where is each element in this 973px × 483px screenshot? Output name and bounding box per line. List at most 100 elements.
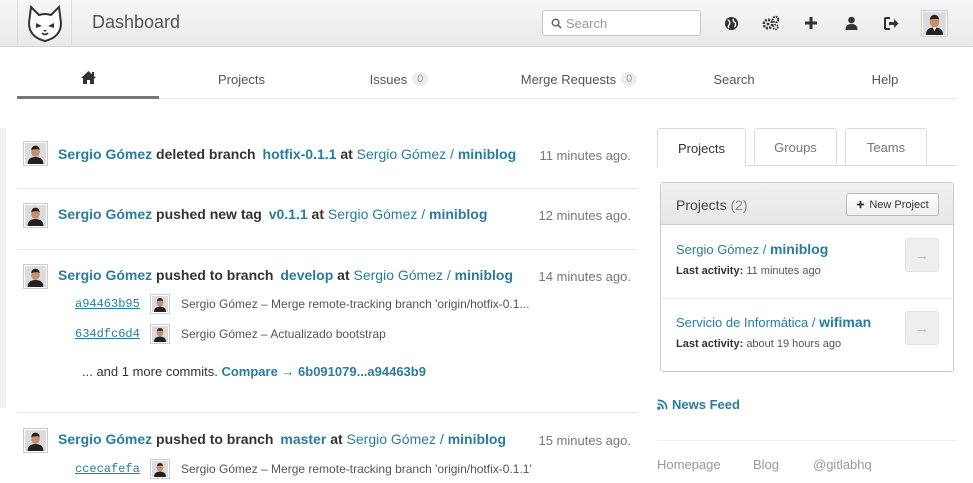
event-title: Sergio Gómez pushed to branch master at … (58, 431, 506, 447)
tab-label: Teams (866, 140, 906, 155)
event-project-link[interactable]: miniblog (448, 431, 506, 447)
new-project-button[interactable]: New Project (846, 193, 939, 216)
event-time: 14 minutes ago. (538, 269, 631, 284)
event-author-link[interactable]: Sergio Gómez (58, 146, 152, 162)
tab-search-label: Search (713, 71, 755, 87)
last-activity: Last activity: about 19 hours ago (676, 338, 842, 350)
search-icon (551, 18, 562, 29)
globe-icon[interactable] (721, 13, 741, 33)
sign-out-icon[interactable] (881, 13, 901, 33)
event-project-link[interactable]: miniblog (458, 146, 516, 162)
tab-sidebar-teams[interactable]: Teams (845, 128, 927, 166)
event-ref-link[interactable]: hotfix-0.1.1 (263, 146, 337, 162)
panel-header: Projects (2) New Project (661, 183, 953, 225)
commit-sha-link[interactable]: 634dfc6d4 (75, 327, 150, 341)
commit-row: ccecafefa Sergio Gómez – Merge remote-tr… (75, 459, 532, 479)
tab-issues[interactable]: Issues 0 (324, 59, 474, 99)
commit-avatar (150, 324, 170, 344)
commit-row: 634dfc6d4 Sergio Gómez – Actualizado boo… (75, 324, 386, 344)
footer-blog-link[interactable]: Blog (753, 457, 779, 472)
tab-home[interactable] (17, 59, 159, 99)
event-at: at (340, 146, 353, 162)
commit-avatar (150, 294, 170, 314)
tab-sidebar-projects[interactable]: Projects (657, 128, 746, 167)
event-project-owner-link[interactable]: Sergio Gómez / (357, 146, 458, 162)
tab-search[interactable]: Search (684, 59, 784, 99)
avatar[interactable] (23, 428, 48, 453)
arrow-right-icon: → (914, 319, 930, 337)
page-title: Dashboard (92, 12, 181, 32)
event-at: at (330, 431, 343, 447)
event-at: at (337, 267, 350, 283)
project-link[interactable]: Servicio de Informática / wifiman (676, 314, 871, 330)
commit-message: Sergio Gómez – Actualizado bootstrap (181, 327, 386, 341)
tab-issues-label: Issues (369, 71, 408, 87)
project-item[interactable]: Sergio Gómez / miniblog Last activity: 1… (661, 227, 953, 299)
project-link[interactable]: Sergio Gómez / miniblog (676, 241, 828, 257)
commit-sha-link[interactable]: a94463b95 (75, 297, 150, 311)
projects-panel: Projects (2) New Project Sergio Gómez / … (660, 182, 954, 372)
plus-icon (857, 200, 865, 209)
commit-message: Sergio Gómez – Merge remote-tracking bra… (181, 462, 532, 476)
avatar[interactable] (23, 203, 48, 228)
project-name: miniblog (769, 241, 829, 257)
commit-message: Sergio Gómez – Merge remote-tracking bra… (181, 297, 530, 311)
tab-projects[interactable]: Projects (159, 59, 324, 99)
more-commits-text: ... and 1 more commits. (82, 364, 218, 379)
event-project-owner-link[interactable]: Sergio Gómez / (328, 206, 429, 222)
tab-merge-requests[interactable]: Merge Requests 0 (474, 59, 684, 99)
event-action: pushed to branch (156, 431, 274, 447)
event-item: Sergio Gómez pushed new tag v0.1.1 at Se… (17, 189, 637, 250)
tab-sidebar-groups[interactable]: Groups (754, 128, 837, 166)
event-author-link[interactable]: Sergio Gómez (58, 267, 152, 283)
footer-homepage-link[interactable]: Homepage (657, 457, 721, 472)
event-author-link[interactable]: Sergio Gómez (58, 206, 152, 222)
project-name: wifiman (819, 314, 872, 330)
search-input[interactable] (566, 15, 696, 31)
news-feed-label: News Feed (672, 397, 740, 412)
footer-twitter-link[interactable]: @gitlabhq (813, 457, 872, 472)
panel-count: (2) (730, 197, 748, 213)
event-time: 12 minutes ago. (538, 208, 631, 223)
event-ref-link[interactable]: develop (280, 267, 333, 283)
tab-merge-requests-label: Merge Requests (520, 71, 617, 87)
open-project-button[interactable]: → (905, 238, 939, 272)
event-title: Sergio Gómez deleted branch hotfix-0.1.1… (58, 146, 516, 162)
event-project-link[interactable]: miniblog (429, 206, 487, 222)
commit-avatar (150, 459, 170, 479)
event-time: 11 minutes ago. (539, 148, 631, 163)
search-field[interactable] (542, 10, 701, 36)
arrow-right-icon: → (914, 246, 930, 264)
left-edge (0, 128, 6, 408)
commit-sha-link[interactable]: ccecafefa (75, 462, 150, 476)
avatar[interactable] (23, 264, 48, 289)
cat-logo-icon (27, 4, 62, 42)
last-activity: Last activity: 11 minutes ago (676, 265, 821, 277)
event-project-link[interactable]: miniblog (455, 267, 513, 283)
event-project-owner-link[interactable]: Sergio Gómez / (347, 431, 448, 447)
user-icon[interactable] (841, 13, 861, 33)
tab-help-label: Help (871, 71, 899, 87)
project-item[interactable]: Servicio de Informática / wifiman Last a… (661, 300, 953, 372)
event-author-link[interactable]: Sergio Gómez (58, 431, 152, 447)
sidebar-tabs: Projects Groups Teams (657, 128, 957, 167)
tab-help[interactable]: Help (835, 59, 935, 99)
cogs-icon[interactable] (761, 13, 781, 33)
plus-icon[interactable] (801, 13, 821, 33)
avatar[interactable] (23, 141, 48, 166)
event-ref-link[interactable]: master (280, 431, 326, 447)
tab-projects-label: Projects (218, 71, 265, 87)
event-action: pushed to branch (156, 267, 274, 283)
event-at: at (311, 206, 324, 222)
event-project-owner-link[interactable]: Sergio Gómez / (354, 267, 455, 283)
news-feed-link[interactable]: News Feed (657, 397, 740, 412)
event-action: pushed new tag (156, 206, 262, 222)
gitlab-logo[interactable] (17, 0, 72, 47)
more-commits: ... and 1 more commits. Compare → 6b0910… (82, 364, 426, 379)
user-avatar[interactable] (921, 10, 948, 37)
open-project-button[interactable]: → (905, 311, 939, 345)
compare-link[interactable]: Compare → 6b091079...a94463b9 (221, 364, 426, 379)
event-ref-link[interactable]: v0.1.1 (269, 206, 308, 222)
home-icon (80, 71, 96, 84)
event-item: Sergio Gómez pushed to branch master at … (17, 413, 637, 483)
